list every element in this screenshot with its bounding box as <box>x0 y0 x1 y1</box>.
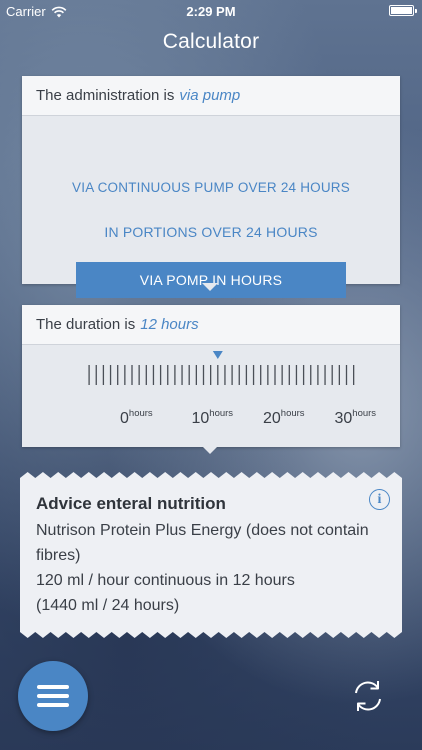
advice-text: Nutrison Protein Plus Energy (does not c… <box>36 518 376 618</box>
ruler-label: 30hours <box>335 408 377 427</box>
card-pointer <box>202 283 218 291</box>
status-time: 2:29 PM <box>186 4 236 19</box>
refresh-icon <box>355 681 381 711</box>
advice-daily-total: (1440 ml / 24 hours) <box>36 597 180 614</box>
administration-value: via pump <box>179 87 241 104</box>
card-pointer <box>202 446 218 454</box>
duration-header[interactable]: The duration is 12 hours <box>22 305 400 345</box>
ruler-label: 10hours <box>192 408 234 427</box>
administration-header[interactable]: The administration is via pump <box>22 76 400 116</box>
status-bar: Carrier 2:29 PM <box>0 0 422 22</box>
ruler-label: 0hours <box>120 408 153 427</box>
duration-label: The duration is <box>36 316 136 333</box>
option-portions[interactable]: IN PORTIONS OVER 24 HOURS <box>22 224 400 240</box>
advice-card: Advice enteral nutrition i Nutrison Prot… <box>20 472 402 638</box>
menu-button[interactable] <box>18 661 88 731</box>
duration-value: 12 hours <box>140 316 199 333</box>
administration-options: VIA CONTINUOUS PUMP OVER 24 HOURS IN POR… <box>22 116 400 298</box>
battery-icon <box>389 5 417 16</box>
administration-label: The administration is <box>36 87 175 104</box>
hamburger-menu-icon <box>37 685 69 689</box>
administration-card: The administration is via pump VIA CONTI… <box>22 76 400 298</box>
duration-card: The duration is 12 hours 0hours 10hours 20… <box>22 305 400 454</box>
ruler-label: 20hours <box>263 408 305 427</box>
duration-ruler-area[interactable]: 0hours 10hours 20hours 30hours <box>22 345 400 447</box>
page-title: Calculator <box>162 30 260 53</box>
duration-ruler[interactable]: 0hours 10hours 20hours 30hours <box>22 345 400 447</box>
info-icon[interactable]: i <box>369 489 390 510</box>
refresh-button[interactable] <box>349 677 387 715</box>
ruler-selection-marker[interactable] <box>212 351 223 359</box>
option-continuous-pump[interactable]: VIA CONTINUOUS PUMP OVER 24 HOURS <box>22 180 400 195</box>
advice-rate: 120 ml / hour continuous in 12 hours <box>36 572 295 589</box>
advice-title: Advice enteral nutrition <box>36 494 226 513</box>
advice-product: Nutrison Protein Plus Energy (does not c… <box>36 522 369 564</box>
option-pump-in-hours-button[interactable]: VIA POMP IN HOURS <box>76 262 346 298</box>
